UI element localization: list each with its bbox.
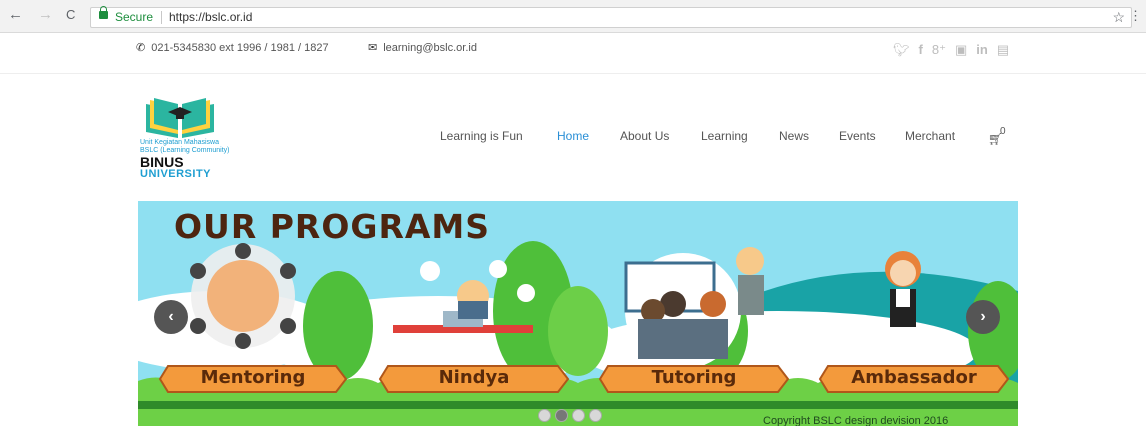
reload-icon[interactable]: C	[66, 7, 75, 23]
instagram-icon[interactable]: ▣	[955, 42, 967, 57]
book-logo-icon	[146, 98, 214, 138]
nav-home[interactable]: Home	[557, 129, 589, 143]
phone-number: 021-5345830 ext 1996 / 1981 / 1827	[151, 42, 329, 54]
linkedin-icon[interactable]: in	[976, 42, 988, 57]
email-contact[interactable]: ✉ learning@bslc.or.id	[368, 41, 477, 54]
forward-icon[interactable]: →	[38, 7, 53, 23]
nav-merchant[interactable]: Merchant	[905, 129, 955, 143]
url-text[interactable]: https://bslc.or.id	[169, 8, 252, 27]
site-logo[interactable]: Unit Kegiatan Mahasiswa BSLC (Learning C…	[140, 96, 280, 186]
back-icon[interactable]: ←	[8, 7, 23, 23]
twitter-icon[interactable]: 🐦︎	[893, 42, 910, 57]
secure-label: Secure	[115, 10, 154, 24]
logo-line-2: BSLC (Learning Community)	[140, 147, 230, 154]
contact-bar: ✆ 021-5345830 ext 1996 / 1981 / 1827 ✉ lea…	[0, 33, 1146, 74]
program-ambassador[interactable]: Ambassador	[828, 367, 1000, 388]
nav-events[interactable]: Events	[839, 129, 876, 143]
social-links: 🐦︎ f 8⁺ ▣ in ▤	[893, 42, 1018, 58]
logo-line-4: UNIVERSITY	[140, 168, 212, 180]
program-tutoring[interactable]: Tutoring	[608, 367, 780, 388]
nav-news[interactable]: News	[779, 129, 809, 143]
email-address[interactable]: learning@bslc.or.id	[383, 42, 477, 54]
youtube-icon[interactable]: ▤	[997, 42, 1009, 57]
facebook-icon[interactable]: f	[919, 42, 923, 57]
google-plus-icon[interactable]: 8⁺	[932, 42, 946, 57]
browser-menu-icon[interactable]: ⋮	[1129, 8, 1142, 24]
slider-prev-button[interactable]: ‹	[154, 300, 188, 334]
slider-dot-active[interactable]	[555, 409, 568, 422]
programs-slider: OUR PROGRAMS Mentoring Nindya Tutoring A…	[138, 201, 1018, 426]
slider-dot[interactable]	[589, 409, 602, 422]
phone-icon: ✆	[136, 42, 146, 54]
bookmark-star-icon[interactable]: ☆	[1112, 8, 1125, 27]
address-bar[interactable]: Secure https://bslc.or.id ☆	[90, 6, 1132, 28]
logo-line-1: Unit Kegiatan Mahasiswa	[140, 139, 219, 146]
cart-count: 0	[1000, 126, 1006, 137]
browser-toolbar: ← → C Secure https://bslc.or.id ☆ ⋮	[0, 0, 1146, 33]
slider-dot[interactable]	[538, 409, 551, 422]
copyright-text: Copyright BSLC design devision 2016	[763, 415, 949, 426]
programs-title: OUR PROGRAMS	[174, 207, 491, 246]
nav-about-us[interactable]: About Us	[620, 129, 669, 143]
nav-learning[interactable]: Learning	[701, 129, 748, 143]
program-nindya[interactable]: Nindya	[388, 367, 560, 388]
lock-icon	[99, 6, 108, 19]
slider-dots	[538, 409, 606, 426]
cart-button[interactable]: 🛒︎ 0	[988, 126, 1006, 146]
phone-contact: ✆ 021-5345830 ext 1996 / 1981 / 1827	[136, 41, 329, 54]
slider-next-button[interactable]: ›	[966, 300, 1000, 334]
envelope-icon: ✉	[368, 42, 378, 54]
slider-dot[interactable]	[572, 409, 585, 422]
address-separator	[161, 11, 162, 24]
program-mentoring[interactable]: Mentoring	[168, 367, 338, 388]
nav-learning-is-fun[interactable]: Learning is Fun	[440, 129, 523, 143]
